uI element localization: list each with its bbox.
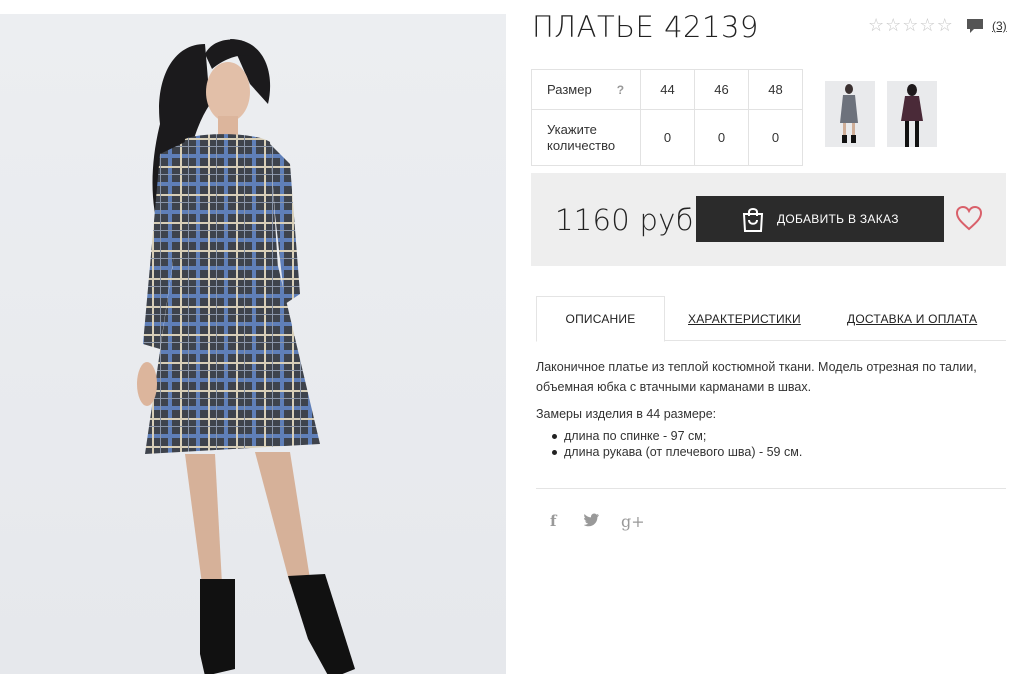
thumbnail-image xyxy=(825,81,875,147)
review-count-link[interactable]: (3) xyxy=(992,19,1007,33)
model-photo-illustration xyxy=(137,39,355,674)
star-icon[interactable]: ☆ xyxy=(937,16,953,34)
google-plus-icon[interactable]: g+ xyxy=(621,512,645,531)
measure-title: Замеры изделия в 44 размере: xyxy=(536,407,717,421)
buy-box: 1160 руб ДОБАВИТЬ В ЗАКАЗ xyxy=(531,173,1006,266)
size-label-cell: Размер? xyxy=(531,69,641,110)
comment-icon[interactable] xyxy=(966,18,984,34)
divider xyxy=(536,488,1006,489)
facebook-icon[interactable]: f xyxy=(550,512,556,530)
quantity-label: Укажите количество xyxy=(531,109,641,166)
measure-list: длина по спинке - 97 см; длина рукава (о… xyxy=(552,428,802,460)
product-price: 1160 руб xyxy=(555,203,694,237)
size-cell: 48 xyxy=(748,69,803,110)
list-item: длина по спинке - 97 см; xyxy=(552,428,802,444)
product-tabs: ОПИСАНИЕ ХАРАКТЕРИСТИКИ ДОСТАВКА И ОПЛАТ… xyxy=(536,296,1006,342)
product-thumbnail-2[interactable] xyxy=(887,81,937,147)
product-description: Лаконичное платье из теплой костюмной тк… xyxy=(536,360,977,394)
tab-description[interactable]: ОПИСАНИЕ xyxy=(536,296,665,342)
product-thumbnail-1[interactable] xyxy=(825,81,875,147)
star-icon[interactable]: ☆ xyxy=(919,16,935,34)
quantity-input-46[interactable]: 0 xyxy=(694,109,749,166)
quantity-row: Укажите количество 0 0 0 xyxy=(531,109,803,166)
heart-icon[interactable] xyxy=(955,205,983,231)
star-icon[interactable]: ☆ xyxy=(868,16,884,34)
quantity-input-48[interactable]: 0 xyxy=(748,109,803,166)
tab-delivery-payment[interactable]: ДОСТАВКА И ОПЛАТА xyxy=(847,296,977,341)
thumbnail-image xyxy=(887,81,937,147)
size-quantity-table: Размер? 44 46 48 Укажите количество 0 0 … xyxy=(531,69,803,166)
star-icon[interactable]: ☆ xyxy=(902,16,918,34)
tab-characteristics[interactable]: ХАРАКТЕРИСТИКИ xyxy=(688,296,801,341)
add-to-order-label: ДОБАВИТЬ В ЗАКАЗ xyxy=(777,212,899,226)
star-icon[interactable]: ☆ xyxy=(885,16,901,34)
quantity-input-44[interactable]: 0 xyxy=(640,109,695,166)
size-cell: 46 xyxy=(694,69,749,110)
product-title: ПЛАТЬЕ 42139 xyxy=(532,10,759,44)
size-row: Размер? 44 46 48 xyxy=(531,69,803,110)
size-help-icon[interactable]: ? xyxy=(617,82,624,98)
list-item: длина рукава (от плечевого шва) - 59 см. xyxy=(552,444,802,460)
twitter-icon[interactable] xyxy=(584,513,600,527)
shopping-bag-icon xyxy=(742,208,764,232)
size-label: Размер xyxy=(547,81,592,97)
add-to-order-button[interactable]: ДОБАВИТЬ В ЗАКАЗ xyxy=(696,196,944,242)
product-main-photo[interactable] xyxy=(0,14,506,674)
size-cell: 44 xyxy=(640,69,695,110)
rating-stars[interactable]: ☆ ☆ ☆ ☆ ☆ xyxy=(868,16,954,34)
